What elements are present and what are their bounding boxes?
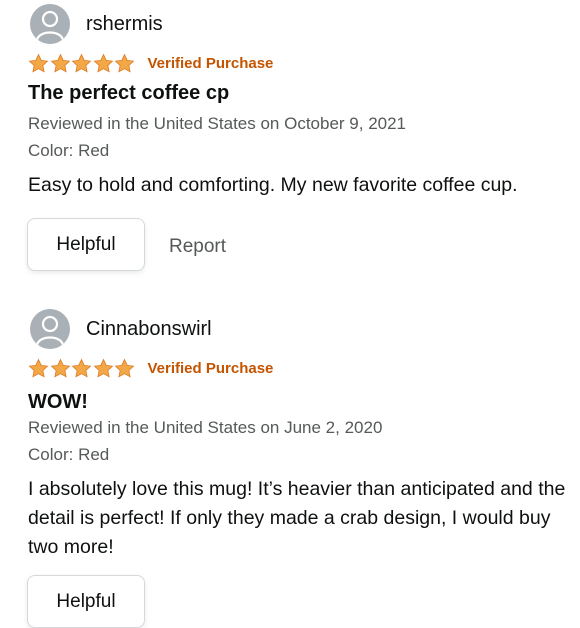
- review-title[interactable]: The perfect coffee cp: [28, 82, 229, 105]
- star-icon: [71, 53, 92, 72]
- verified-purchase-badge: Verified Purchase: [147, 359, 274, 377]
- star-icon: [114, 358, 135, 377]
- star-icon: [50, 53, 70, 72]
- rating-row: Verified Purchase: [28, 52, 273, 74]
- product-variant: Color: Red: [28, 445, 110, 464]
- star-icon: [50, 358, 70, 377]
- rating-row: Verified Purchase: [28, 357, 273, 379]
- star-rating[interactable]: [28, 358, 136, 379]
- star-icon: [71, 358, 92, 377]
- reviewer-name: Cinnabonswirl: [86, 317, 212, 340]
- reviewer-name: rshermis: [86, 12, 163, 35]
- report-link[interactable]: Report: [169, 236, 226, 258]
- default-avatar-icon: [30, 309, 70, 349]
- review-date: Reviewed in the United States on June 2,…: [28, 418, 383, 437]
- product-variant: Color: Red: [28, 141, 110, 160]
- reviewer-profile[interactable]: rshermis: [30, 4, 163, 44]
- star-icon: [28, 358, 49, 377]
- review-date: Reviewed in the United States on October…: [28, 114, 407, 133]
- default-avatar-icon: [30, 4, 70, 44]
- star-icon: [28, 53, 49, 72]
- star-icon: [93, 358, 113, 377]
- helpful-button[interactable]: Helpful: [27, 218, 145, 271]
- reviewer-profile[interactable]: Cinnabonswirl: [30, 309, 212, 349]
- star-icon: [114, 53, 135, 72]
- star-rating[interactable]: [28, 53, 136, 74]
- review-body: Easy to hold and comforting. My new favo…: [28, 174, 518, 196]
- helpful-button[interactable]: Helpful: [27, 575, 145, 628]
- review-body: I absolutely love this mug! It’s heavier…: [28, 478, 566, 558]
- verified-purchase-badge: Verified Purchase: [147, 54, 274, 72]
- star-icon: [93, 53, 113, 72]
- review-title[interactable]: WOW!: [28, 391, 88, 414]
